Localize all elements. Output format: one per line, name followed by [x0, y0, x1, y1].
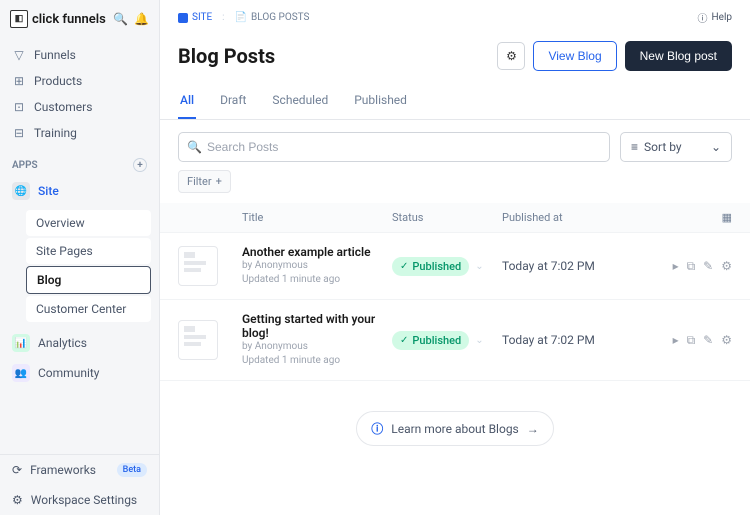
tab-all[interactable]: All: [178, 85, 196, 119]
nav-funnels[interactable]: ▽Funnels: [0, 42, 159, 68]
site-icon: 🌐: [12, 182, 30, 200]
analytics-icon: 📊: [12, 334, 30, 352]
nav-frameworks[interactable]: ⟳Frameworks Beta: [0, 455, 159, 485]
published-at: Today at 7:02 PM: [502, 333, 595, 347]
chevron-down-icon[interactable]: ⌄: [475, 335, 483, 346]
crumb-separator: :: [222, 12, 224, 23]
add-app-button[interactable]: +: [133, 158, 147, 172]
col-status: Status: [392, 211, 502, 224]
beta-badge: Beta: [117, 463, 147, 477]
view-icon[interactable]: ▸: [673, 259, 679, 274]
check-icon: ✓: [400, 335, 408, 346]
apps-header: APPS +: [0, 150, 159, 176]
sub-site-pages[interactable]: Site Pages: [26, 238, 151, 264]
info-icon: ⓘ: [371, 420, 383, 437]
search-icon[interactable]: 🔍: [113, 12, 128, 26]
filter-button[interactable]: Filter+: [178, 170, 231, 193]
crumb-blog-posts[interactable]: 📄BLOG POSTS: [235, 12, 310, 23]
funnel-icon: ▽: [12, 48, 26, 62]
products-icon: ⊞: [12, 74, 26, 88]
document-icon: 📄: [235, 12, 247, 23]
sort-button[interactable]: ≡Sort by ⌄: [620, 132, 732, 162]
tab-scheduled[interactable]: Scheduled: [270, 85, 330, 119]
post-thumbnail: [178, 320, 218, 360]
col-title: Title: [242, 211, 392, 224]
edit-icon[interactable]: ✎: [703, 259, 713, 274]
chevron-down-icon[interactable]: ⌄: [475, 261, 483, 272]
nav-training[interactable]: ⊟Training: [0, 120, 159, 146]
table-row[interactable]: Another example article by Anonymous Upd…: [160, 233, 750, 300]
breadcrumb: SITE : 📄BLOG POSTS ⓘHelp: [160, 0, 750, 31]
app-analytics[interactable]: 📊 Analytics: [0, 328, 159, 358]
gear-icon: ⚙: [12, 493, 23, 507]
table-row[interactable]: Getting started with your blog! by Anony…: [160, 300, 750, 381]
app-community[interactable]: 👥 Community: [0, 358, 159, 388]
sub-overview[interactable]: Overview: [26, 210, 151, 236]
bell-icon[interactable]: 🔔: [134, 12, 149, 26]
sidebar: ◧ click funnels 🔍 🔔 ▽Funnels ⊞Products ⊡…: [0, 0, 160, 515]
sub-customer-center[interactable]: Customer Center: [26, 296, 151, 322]
status-badge: ✓Published: [392, 257, 469, 276]
duplicate-icon[interactable]: ⧉: [687, 259, 696, 274]
table-header: Title Status Published at ▦: [160, 203, 750, 233]
plus-icon: +: [216, 175, 222, 188]
tab-published[interactable]: Published: [352, 85, 409, 119]
arrow-right-icon: →: [527, 422, 539, 436]
site-crumb-icon: [178, 13, 188, 23]
view-blog-button[interactable]: View Blog: [533, 41, 616, 71]
customers-icon: ⊡: [12, 100, 26, 114]
nav-products[interactable]: ⊞Products: [0, 68, 159, 94]
post-title: Getting started with your blog!: [242, 312, 392, 340]
help-link[interactable]: ⓘHelp: [698, 10, 732, 25]
published-at: Today at 7:02 PM: [502, 259, 595, 273]
chevron-down-icon: ⌄: [711, 140, 721, 154]
brand-logo: ◧: [10, 10, 28, 28]
post-title: Another example article: [242, 245, 392, 259]
crumb-site[interactable]: SITE: [178, 12, 212, 23]
col-published: Published at: [502, 211, 652, 224]
page-title: Blog Posts: [178, 44, 497, 68]
search-icon: 🔍: [187, 140, 202, 154]
brand: ◧ click funnels 🔍 🔔: [0, 0, 159, 38]
learn-more-button[interactable]: ⓘ Learn more about Blogs →: [356, 411, 554, 446]
post-thumbnail: [178, 246, 218, 286]
app-site[interactable]: 🌐 Site: [0, 176, 159, 206]
tabs: All Draft Scheduled Published: [160, 85, 750, 120]
frameworks-icon: ⟳: [12, 463, 22, 477]
nav-workspace-settings[interactable]: ⚙Workspace Settings: [0, 485, 159, 515]
view-icon[interactable]: ▸: [673, 333, 679, 348]
tab-draft[interactable]: Draft: [218, 85, 248, 119]
help-icon: ⓘ: [698, 10, 708, 25]
training-icon: ⊟: [12, 126, 26, 140]
main-content: SITE : 📄BLOG POSTS ⓘHelp Blog Posts ⚙ Vi…: [160, 0, 750, 515]
gear-icon[interactable]: ⚙: [721, 333, 732, 348]
post-author: by Anonymous: [242, 259, 392, 273]
sort-icon: ≡: [631, 140, 638, 154]
search-input[interactable]: [178, 132, 610, 162]
community-icon: 👥: [12, 364, 30, 382]
gear-icon[interactable]: ⚙: [721, 259, 732, 274]
post-updated: Updated 1 minute ago: [242, 273, 392, 287]
brand-name: click funnels: [32, 12, 109, 27]
calendar-icon[interactable]: ▦: [722, 211, 732, 224]
post-author: by Anonymous: [242, 340, 392, 354]
check-icon: ✓: [400, 261, 408, 272]
duplicate-icon[interactable]: ⧉: [687, 333, 696, 348]
gear-icon: ⚙: [506, 49, 517, 63]
sub-blog[interactable]: Blog: [26, 266, 151, 294]
new-blog-post-button[interactable]: New Blog post: [625, 41, 732, 71]
status-badge: ✓Published: [392, 331, 469, 350]
settings-button[interactable]: ⚙: [497, 42, 525, 70]
post-updated: Updated 1 minute ago: [242, 354, 392, 368]
edit-icon[interactable]: ✎: [703, 333, 713, 348]
nav-customers[interactable]: ⊡Customers: [0, 94, 159, 120]
